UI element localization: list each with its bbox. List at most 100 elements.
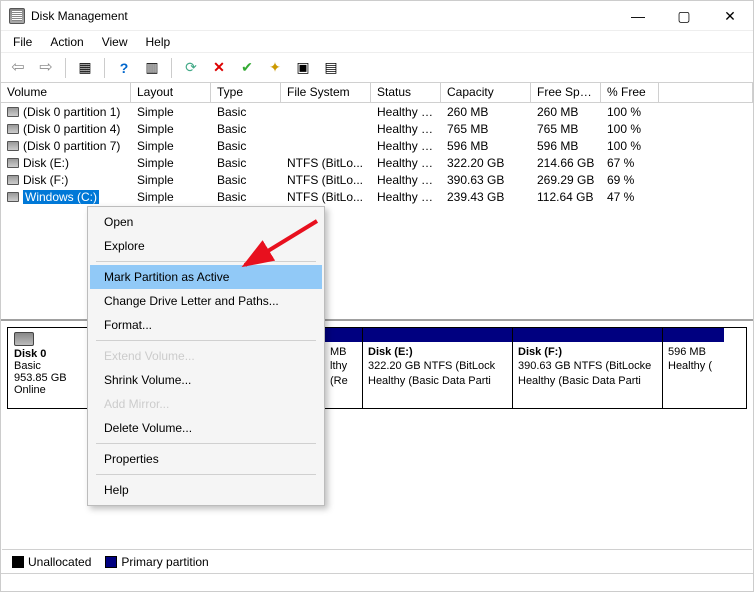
col-capacity[interactable]: Capacity [441, 83, 531, 102]
volume-row[interactable]: (Disk 0 partition 4)SimpleBasicHealthy (… [1, 120, 753, 137]
minimize-button[interactable]: — [615, 1, 661, 31]
context-menu-item[interactable]: Explore [90, 234, 322, 258]
cell-pct: 100 % [601, 139, 659, 153]
cell-layout: Simple [131, 105, 211, 119]
disk-icon [14, 332, 34, 346]
menu-file[interactable]: File [5, 33, 40, 51]
volume-row[interactable]: Windows (C:)SimpleBasicNTFS (BitLo...Hea… [1, 188, 753, 205]
cell-status: Healthy (R... [371, 139, 441, 153]
delete-button[interactable]: ✕ [208, 57, 230, 79]
cell-capacity: 765 MB [441, 122, 531, 136]
cell-capacity: 596 MB [441, 139, 531, 153]
check-button[interactable]: ✔ [236, 57, 258, 79]
partition-body: 596 MBHealthy ( [663, 342, 724, 377]
toolbar-separator [171, 58, 172, 78]
back-button[interactable]: ⇦ [7, 57, 29, 79]
cell-type: Basic [211, 139, 281, 153]
col-volume[interactable]: Volume [1, 83, 131, 102]
disk-status: Online [14, 384, 85, 396]
col-status[interactable]: Status [371, 83, 441, 102]
legend-unallocated: Unallocated [12, 555, 91, 569]
partition-block[interactable]: 596 MBHealthy ( [662, 328, 724, 408]
cell-capacity: 390.63 GB [441, 173, 531, 187]
action1-button[interactable]: ▣ [292, 57, 314, 79]
partition-block[interactable]: Disk (E:)322.20 GB NTFS (BitLockHealthy … [362, 328, 512, 408]
help-icon: ? [120, 60, 129, 76]
cell-layout: Simple [131, 173, 211, 187]
menu-help[interactable]: Help [138, 33, 179, 51]
cell-status: Healthy (R... [371, 122, 441, 136]
partition-block[interactable]: Disk (F:)390.63 GB NTFS (BitLockeHealthy… [512, 328, 662, 408]
col-filesystem[interactable]: File System [281, 83, 371, 102]
volume-name: (Disk 0 partition 1) [23, 105, 120, 119]
volume-icon [7, 141, 19, 151]
cell-type: Basic [211, 122, 281, 136]
context-menu-item[interactable]: Help [90, 478, 322, 502]
volume-name: Windows (C:) [23, 190, 99, 204]
column-headers: Volume Layout Type File System Status Ca… [1, 83, 753, 103]
cell-free: 269.29 GB [531, 173, 601, 187]
partition-block[interactable]: MBlthy (Re [324, 328, 362, 408]
menu-action[interactable]: Action [42, 33, 91, 51]
context-menu-item[interactable]: Properties [90, 447, 322, 471]
menu-bar: File Action View Help [1, 31, 753, 53]
volume-row[interactable]: Disk (E:)SimpleBasicNTFS (BitLo...Health… [1, 154, 753, 171]
cell-type: Basic [211, 190, 281, 204]
context-menu-item[interactable]: Format... [90, 313, 322, 337]
window-title: Disk Management [31, 9, 615, 23]
cell-type: Basic [211, 156, 281, 170]
cell-pct: 69 % [601, 173, 659, 187]
cell-status: Healthy (B... [371, 156, 441, 170]
forward-button[interactable]: ⇨ [35, 57, 57, 79]
toolbar-separator [104, 58, 105, 78]
context-menu: OpenExplore Mark Partition as ActiveChang… [87, 206, 325, 506]
partition-body: Disk (F:)390.63 GB NTFS (BitLockeHealthy… [513, 342, 662, 391]
settings-button[interactable]: ▥ [141, 57, 163, 79]
col-layout[interactable]: Layout [131, 83, 211, 102]
context-menu-item: Extend Volume... [90, 344, 322, 368]
volume-name: Disk (F:) [23, 173, 68, 187]
cell-free: 260 MB [531, 105, 601, 119]
volume-icon [7, 175, 19, 185]
volume-row[interactable]: Disk (F:)SimpleBasicNTFS (BitLo...Health… [1, 171, 753, 188]
window-buttons: — ▢ ✕ [615, 1, 753, 30]
cell-status: Healthy (B... [371, 190, 441, 204]
new-button[interactable]: ✦ [264, 57, 286, 79]
arrow-right-icon: ⇨ [39, 60, 52, 76]
menu-separator [96, 261, 316, 262]
help-button[interactable]: ? [113, 57, 135, 79]
context-menu-item[interactable]: Open [90, 210, 322, 234]
cell-type: Basic [211, 173, 281, 187]
partition-header [663, 328, 724, 342]
cell-capacity: 322.20 GB [441, 156, 531, 170]
cell-type: Basic [211, 105, 281, 119]
context-menu-item[interactable]: Mark Partition as Active [90, 265, 322, 289]
cell-fs: NTFS (BitLo... [281, 190, 371, 204]
col-freespace[interactable]: Free Spa... [531, 83, 601, 102]
arrow-left-icon: ⇦ [11, 60, 24, 76]
volume-row[interactable]: (Disk 0 partition 1)SimpleBasicHealthy (… [1, 103, 753, 120]
volume-name: (Disk 0 partition 4) [23, 122, 120, 136]
context-menu-item[interactable]: Shrink Volume... [90, 368, 322, 392]
check-icon: ✔ [241, 59, 253, 76]
refresh-button[interactable]: ⟳ [180, 57, 202, 79]
cell-free: 112.64 GB [531, 190, 601, 204]
toolbar-separator [65, 58, 66, 78]
square2-icon: ▤ [324, 59, 337, 76]
col-type[interactable]: Type [211, 83, 281, 102]
context-menu-item[interactable]: Change Drive Letter and Paths... [90, 289, 322, 313]
view-toggle-button[interactable]: ▦ [74, 57, 96, 79]
cell-pct: 67 % [601, 156, 659, 170]
close-button[interactable]: ✕ [707, 1, 753, 31]
swatch-primary [105, 556, 117, 568]
menu-view[interactable]: View [94, 33, 136, 51]
context-menu-item[interactable]: Delete Volume... [90, 416, 322, 440]
col-spacer [659, 83, 753, 102]
volume-row[interactable]: (Disk 0 partition 7)SimpleBasicHealthy (… [1, 137, 753, 154]
action2-button[interactable]: ▤ [320, 57, 342, 79]
cell-fs: NTFS (BitLo... [281, 156, 371, 170]
volume-name: Disk (E:) [23, 156, 69, 170]
disk-type: Basic [14, 360, 85, 372]
col-pctfree[interactable]: % Free [601, 83, 659, 102]
maximize-button[interactable]: ▢ [661, 1, 707, 31]
